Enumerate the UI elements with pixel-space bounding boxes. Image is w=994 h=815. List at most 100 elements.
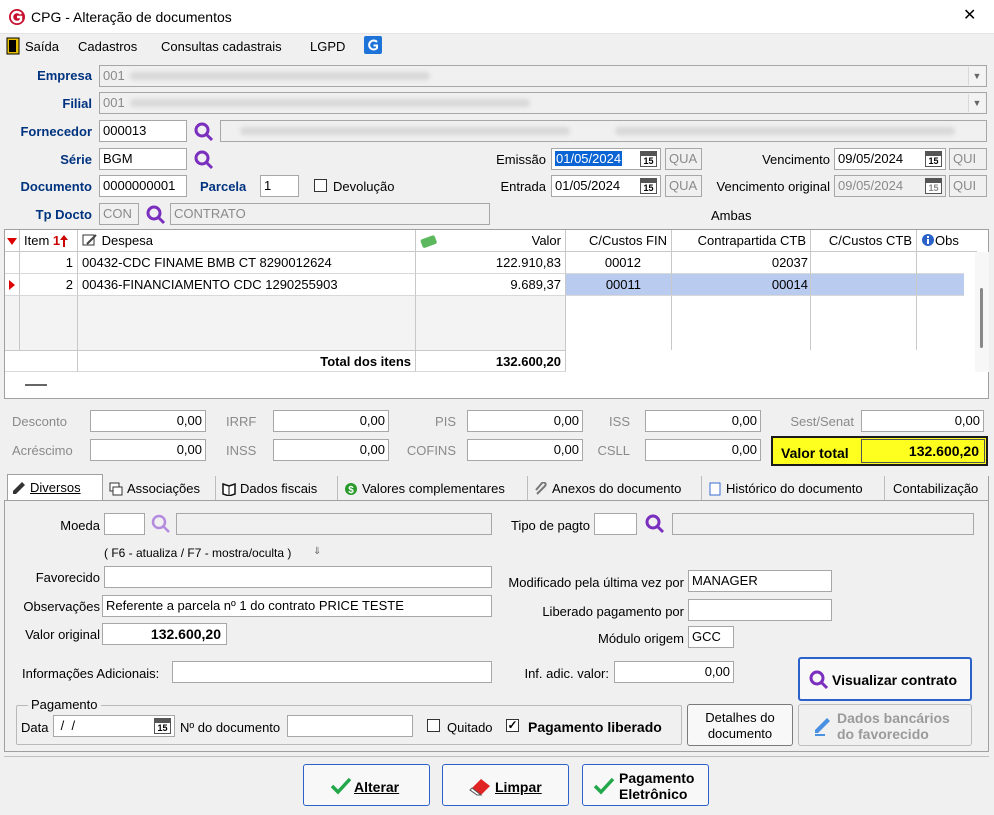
col-contrapartida[interactable]: Contrapartida CTB [672,230,811,252]
calendar-icon: 15 [925,178,942,194]
table-cell[interactable]: 9.689,37 [416,274,566,296]
observacoes-input[interactable]: Referente a parcela nº 1 do contrato PRI… [102,595,492,617]
ambas-label: Ambas [711,208,752,223]
visualizar-contrato-button[interactable]: Visualizar contrato [798,657,972,701]
liberado-input[interactable] [688,599,832,621]
venc-original-date-input: 09/05/2024 15 [834,175,946,197]
table-cell[interactable]: 00436-FINANCIAMENTO CDC 1290255903 [78,274,416,296]
table-cell[interactable]: 02037 [672,252,811,274]
table-cell[interactable]: 2 [20,274,78,296]
search-icon[interactable] [145,204,167,226]
app-logo-icon [9,9,25,25]
col-obs[interactable]: Obs [917,230,977,252]
parcela-input[interactable]: 1 [260,175,299,197]
calendar-icon[interactable]: 15 [925,151,942,167]
grid-scrollbar[interactable] [975,252,989,372]
alterar-button[interactable]: Alterar [303,764,430,806]
scrollbar-thumb[interactable] [980,288,983,348]
emissao-date-input[interactable]: 01/05/2024 15 [551,148,661,170]
documento-input[interactable]: 0000000001 [99,175,187,197]
observacoes-label: Observações [23,599,100,614]
tab-associacoes[interactable]: Associações [105,476,216,502]
vencimento-date-input[interactable]: 09/05/2024 15 [834,148,946,170]
pagamento-eletronico-button[interactable]: Pagamento Eletrônico [582,764,709,806]
col-valor[interactable]: Valor [416,230,566,252]
tab-diversos[interactable]: Diversos [7,474,103,502]
entrada-date-input[interactable]: 01/05/2024 15 [551,175,661,197]
dados-bancarios-button[interactable]: Dados bancários do favorecido [798,704,972,746]
devolucao-checkbox[interactable] [314,179,327,192]
brand-g-icon[interactable] [364,36,382,54]
col-ccfin[interactable]: C/Custos FIN [566,230,672,252]
moeda-input[interactable] [104,513,145,535]
search-icon[interactable] [150,513,172,535]
menu-item-consultas[interactable]: Consultas cadastrais [161,39,282,55]
menu-item-saida[interactable]: Saída [25,39,59,55]
grid-splitter[interactable] [25,384,47,386]
menu-item-lgpd[interactable]: LGPD [310,39,345,55]
close-icon[interactable]: ✕ [963,8,976,24]
iss-input[interactable]: 0,00 [645,410,761,432]
chevron-down-icon[interactable]: ▼ [968,94,985,112]
col-ccctb[interactable]: C/Custos CTB [811,230,917,252]
tpdocto-code-input[interactable]: CON [99,203,139,225]
pagamento-date-input[interactable]: / /15 [53,715,175,737]
table-cell[interactable]: 122.910,83 [416,252,566,274]
table-cell[interactable] [917,252,964,274]
irrf-input[interactable]: 0,00 [273,410,389,432]
table-cell[interactable] [811,252,917,274]
table-cell[interactable]: 00011 [566,274,672,296]
table-cell[interactable]: 00012 [566,252,672,274]
sest-input[interactable]: 0,00 [861,410,984,432]
col-despesa[interactable]: Despesa [78,230,416,252]
documento-label: Documento [20,179,93,194]
limpar-button[interactable]: Limpar [442,764,569,806]
table-cell[interactable]: 1 [20,252,78,274]
pis-input[interactable]: 0,00 [467,410,583,432]
table-cell[interactable]: 00014 [672,274,811,296]
detalhes-documento-button[interactable]: Detalhes do documento [687,704,793,746]
inf-adic-valor-input[interactable]: 0,00 [614,661,734,683]
tipo-pagto-input[interactable] [594,513,637,535]
pagamento-liberado-label: Pagamento liberado [528,719,662,735]
fornecedor-code-input[interactable]: 000013 [99,120,187,142]
table-cell[interactable] [811,274,917,296]
valor-original-input[interactable]: 132.600,20 [102,623,227,645]
acrescimo-input[interactable]: 0,00 [90,439,206,461]
calendar-icon[interactable]: 15 [640,178,657,194]
quitado-checkbox[interactable] [427,719,440,732]
pencil-icon [13,482,25,494]
col-item[interactable]: Item 1 [20,230,78,252]
serie-input[interactable]: BGM [99,148,187,170]
exit-door-icon[interactable] [6,37,20,55]
table-cell[interactable] [917,274,964,296]
info-adic-label: Informações Adicionais: [22,666,160,681]
down-arrow-icon[interactable]: ⇓ [313,544,321,560]
ndoc-input[interactable] [287,715,413,737]
inss-input[interactable]: 0,00 [273,439,389,461]
desconto-input[interactable]: 0,00 [90,410,206,432]
data-label: Data [21,720,49,735]
table-cell[interactable]: 00432-CDC FINAME BMB CT 8290012624 [78,252,416,274]
tab-contabilizacao[interactable]: Contabilização [887,476,989,502]
calendar-icon[interactable]: 15 [154,718,171,734]
pagamento-liberado-checkbox[interactable]: ✓ [506,719,519,732]
search-icon[interactable] [193,121,215,143]
tab-dados-fiscais[interactable]: Dados fiscais [218,476,338,502]
emissao-weekday: QUA [665,148,702,170]
calendar-icon[interactable]: 15 [640,151,657,167]
info-adic-input[interactable] [172,661,492,683]
tpdocto-label: Tp Docto [35,207,92,222]
modificado-input[interactable]: MANAGER [688,570,832,592]
cofins-input[interactable]: 0,00 [467,439,583,461]
tab-valores-complementares[interactable]: $ Valores complementares [340,476,528,502]
search-icon[interactable] [193,149,215,171]
chevron-down-icon[interactable]: ▼ [968,67,985,85]
favorecido-input[interactable] [104,566,492,588]
csll-input[interactable]: 0,00 [645,439,761,461]
tab-anexos[interactable]: Anexos do documento [530,476,702,502]
menu-item-cadastros[interactable]: Cadastros [78,39,137,55]
modulo-input[interactable]: GCC [688,626,734,648]
tab-historico[interactable]: Histórico do documento [704,476,885,502]
search-icon[interactable] [644,513,666,535]
